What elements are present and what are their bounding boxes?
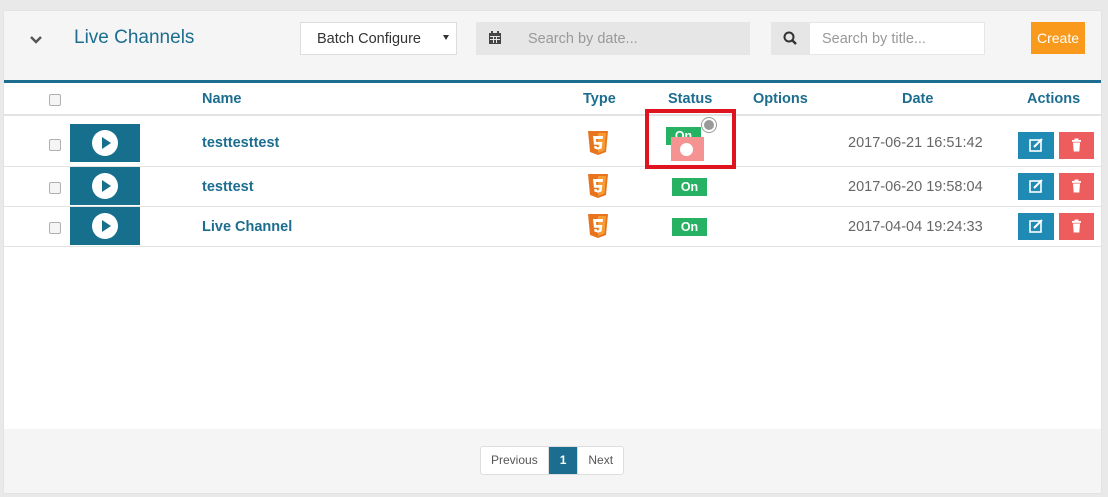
select-all-checkbox[interactable] [49,94,61,106]
status-badge[interactable]: On [672,178,707,196]
search-addon[interactable] [771,22,809,55]
row-checkbox[interactable] [49,222,61,234]
date-search-input[interactable] [514,22,750,55]
html5-icon [588,174,608,198]
edit-icon [1029,219,1043,233]
status-badge[interactable]: On [672,218,707,236]
channel-name[interactable]: testtesttest [202,135,279,151]
channel-thumbnail[interactable] [70,124,140,162]
create-button[interactable]: Create [1031,22,1085,54]
column-header-actions: Actions [1027,91,1081,107]
edit-button[interactable] [1018,132,1054,159]
table-row: Live Channel On 2017-04-04 19:24:33 [4,207,1101,247]
batch-configure-label: Batch Configure [317,31,421,47]
next-page-button[interactable]: Next [578,447,623,474]
batch-configure-select[interactable]: Batch Configure [300,22,457,55]
page-1-button[interactable]: 1 [548,447,579,474]
html5-icon [588,131,608,155]
live-channels-panel: Live Channels Batch Configure Create Nam… [3,10,1102,494]
table-row: testtest On 2017-06-20 19:58:04 [4,167,1101,207]
calendar-icon [489,31,501,44]
play-icon [92,130,118,156]
delete-button[interactable] [1059,173,1094,200]
column-header-name[interactable]: Name [202,91,242,107]
play-icon [92,173,118,199]
column-header-status: Status [668,91,713,107]
channel-date: 2017-06-20 19:58:04 [848,179,983,195]
play-icon [92,213,118,239]
edit-button[interactable] [1018,213,1054,240]
pagination: Previous 1 Next [480,446,625,475]
delete-button[interactable] [1059,132,1094,159]
channel-thumbnail[interactable] [70,167,140,205]
table-row: testtesttest On 2017-06-21 16:51:42 [4,121,1101,167]
caret-down-icon [443,35,449,40]
channel-date: 2017-06-21 16:51:42 [848,135,983,151]
previous-page-button[interactable]: Previous [481,447,549,474]
trash-icon [1072,219,1081,233]
column-header-type: Type [583,91,616,107]
channel-name[interactable]: testtest [202,179,254,195]
page-title: Live Channels [74,27,195,48]
edit-button[interactable] [1018,173,1054,200]
delete-button[interactable] [1059,213,1094,240]
highlight-box [645,109,736,169]
edit-icon [1029,138,1043,152]
column-header-date[interactable]: Date [902,91,933,107]
title-search-input[interactable] [809,22,985,55]
channels-table: Name Type Status Options Date Actions te… [4,80,1101,429]
row-checkbox[interactable] [49,182,61,194]
channel-name[interactable]: Live Channel [202,219,292,235]
row-checkbox[interactable] [49,139,61,151]
header-divider [4,114,1101,116]
edit-icon [1029,179,1043,193]
search-icon [783,31,797,45]
date-addon [476,22,514,55]
chevron-down-icon[interactable] [28,33,44,47]
trash-icon [1072,138,1081,152]
trash-icon [1072,179,1081,193]
channel-thumbnail[interactable] [70,207,140,245]
channel-date: 2017-04-04 19:24:33 [848,219,983,235]
html5-icon [588,214,608,238]
column-header-options: Options [753,91,808,107]
